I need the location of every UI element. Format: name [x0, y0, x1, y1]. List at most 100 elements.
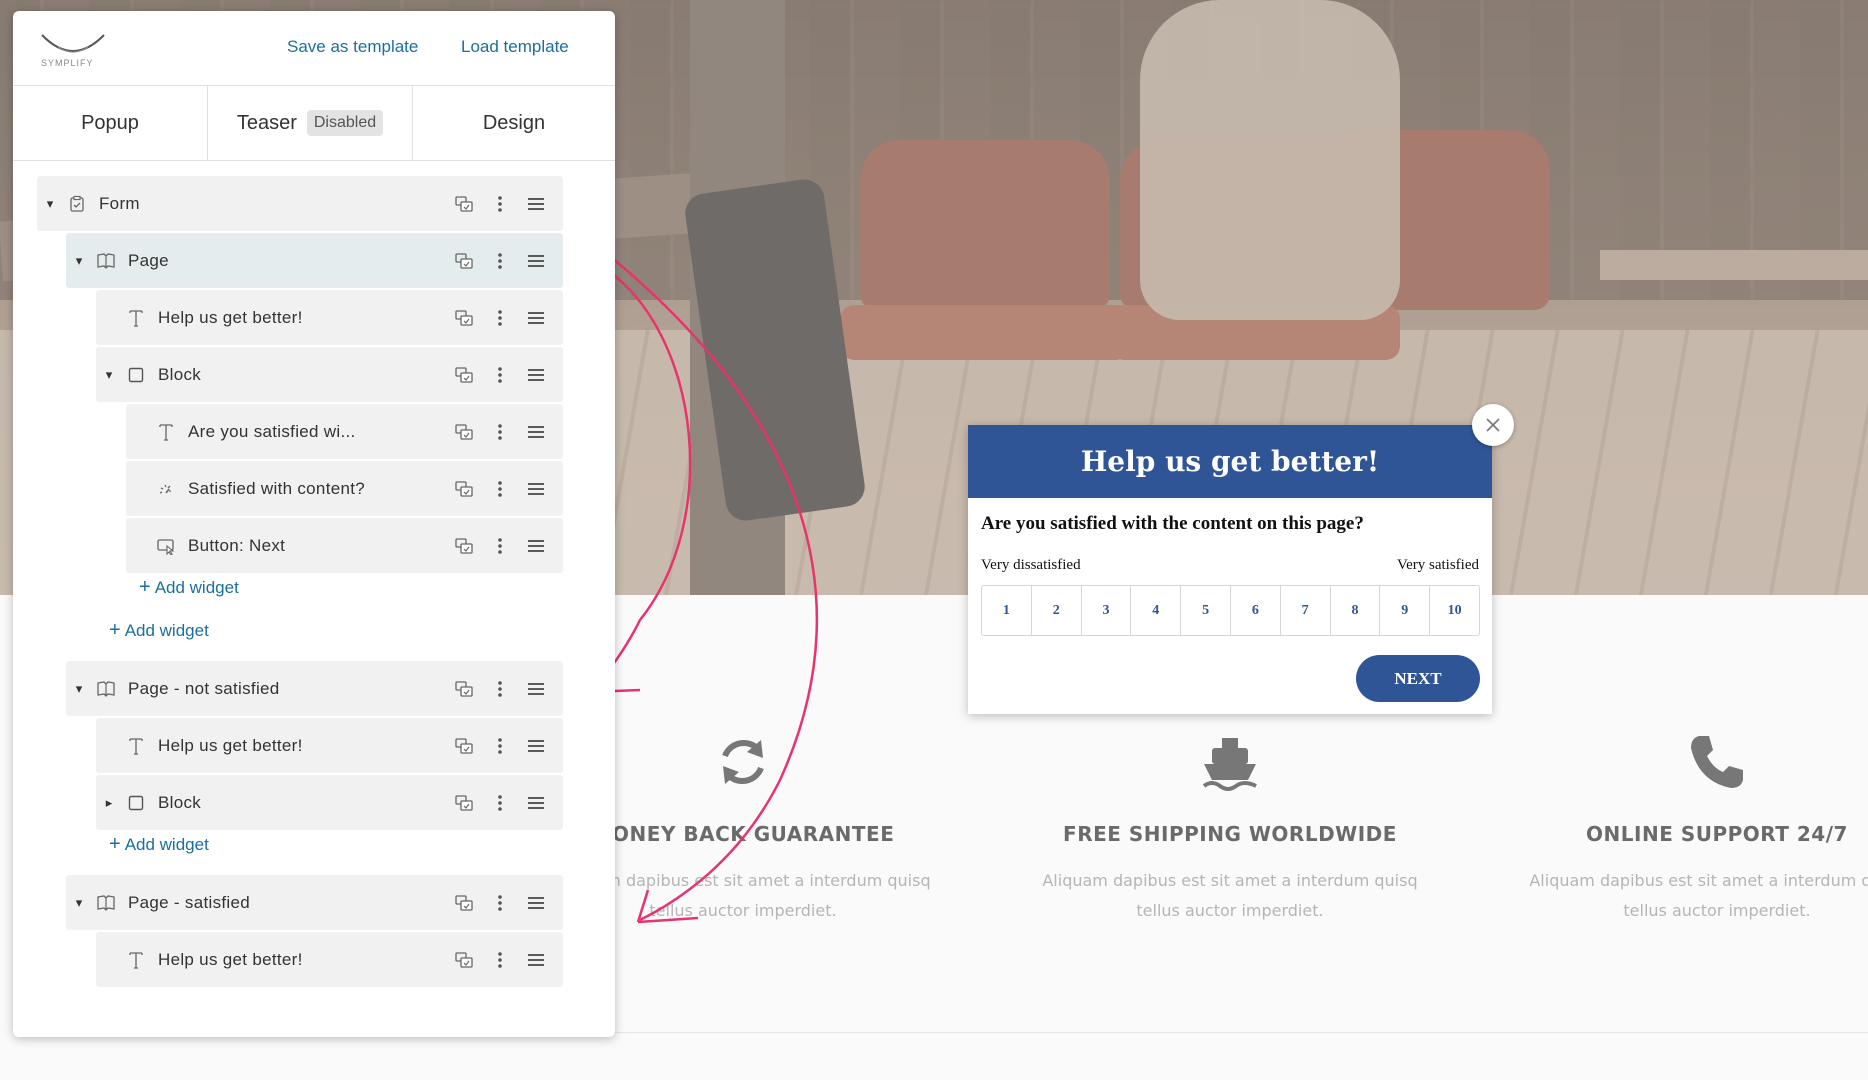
tree-row[interactable]: ▾ Page - satisfied [66, 875, 563, 930]
tab-teaser[interactable]: Teaser Disabled [208, 86, 413, 160]
scale-low-label: Very dissatisfied [981, 557, 1081, 573]
chevron-down-icon[interactable]: ▾ [66, 895, 92, 911]
drag-handle-icon[interactable] [525, 892, 547, 914]
more-vertical-icon[interactable] [489, 949, 511, 971]
more-vertical-icon[interactable] [489, 193, 511, 215]
tree-row[interactable]: ▾ Form [37, 176, 563, 231]
add-widget-label: Add widget [154, 578, 239, 597]
tree-row[interactable]: ▾ Page - not satisfied [66, 661, 563, 716]
visibility-icon[interactable] [453, 478, 475, 500]
tree-row[interactable]: Help us get better! [96, 290, 563, 345]
more-vertical-icon[interactable] [489, 307, 511, 329]
chevron-down-icon[interactable]: ▾ [66, 253, 92, 269]
rating-option[interactable]: 6 [1231, 586, 1281, 635]
drag-handle-icon[interactable] [525, 193, 547, 215]
drag-handle-icon[interactable] [525, 250, 547, 272]
refresh-icon [711, 730, 775, 794]
visibility-icon[interactable] [453, 421, 475, 443]
visibility-icon[interactable] [453, 364, 475, 386]
rating-option[interactable]: 9 [1380, 586, 1431, 635]
rating-option[interactable]: 1 [982, 586, 1032, 635]
chevron-down-icon[interactable]: ▾ [96, 367, 122, 383]
row-actions [453, 250, 563, 272]
rating-option[interactable]: 5 [1181, 586, 1231, 635]
tree-row[interactable]: ▸ Block [96, 775, 563, 830]
row-actions [453, 735, 563, 757]
next-button[interactable]: NEXT [1356, 655, 1480, 702]
drag-handle-icon[interactable] [525, 735, 547, 757]
add-widget-label: Add widget [124, 835, 209, 854]
visibility-icon[interactable] [453, 535, 475, 557]
more-vertical-icon[interactable] [489, 421, 511, 443]
feature-description: Aliquam dapibus est sit amet a interdum … [1042, 871, 1418, 920]
tree-row[interactable]: Button: Next [126, 518, 563, 573]
tree-row[interactable]: ▾ Block [96, 347, 563, 402]
row-actions [453, 892, 563, 914]
rating-option[interactable]: 4 [1131, 586, 1182, 635]
widget-tree: ▾ Form ▾ Page Help us get better! ▾ Block Are y… [13, 172, 615, 1032]
tree-row[interactable]: Satisfied with content? [126, 461, 563, 516]
chevron-down-icon[interactable]: ▾ [66, 681, 92, 697]
add-widget-page[interactable]: + Add widget [109, 619, 209, 642]
more-vertical-icon[interactable] [489, 250, 511, 272]
rating-option[interactable]: 8 [1331, 586, 1381, 635]
page-icon [92, 679, 120, 699]
popup-question: Are you satisfied with the content on th… [981, 513, 1364, 534]
text-icon [152, 422, 180, 442]
row-actions [453, 364, 563, 386]
text-icon [122, 950, 150, 970]
rating-option[interactable]: 2 [1032, 586, 1082, 635]
phone-icon [1685, 730, 1749, 794]
more-vertical-icon[interactable] [489, 792, 511, 814]
more-vertical-icon[interactable] [489, 678, 511, 700]
rating-option[interactable]: 10 [1430, 586, 1479, 635]
visibility-icon[interactable] [453, 678, 475, 700]
visibility-icon[interactable] [453, 307, 475, 329]
drag-handle-icon[interactable] [525, 364, 547, 386]
drag-handle-icon[interactable] [525, 307, 547, 329]
rating-option[interactable]: 3 [1082, 586, 1132, 635]
chevron-right-icon[interactable]: ▸ [96, 795, 122, 811]
divider [560, 1032, 1868, 1033]
visibility-icon[interactable] [453, 193, 475, 215]
save-as-template-link[interactable]: Save as template [287, 37, 418, 57]
drag-handle-icon[interactable] [525, 478, 547, 500]
visibility-icon[interactable] [453, 250, 475, 272]
drag-handle-icon[interactable] [525, 535, 547, 557]
drag-handle-icon[interactable] [525, 949, 547, 971]
tree-row[interactable]: Are you satisfied wi... [126, 404, 563, 459]
tree-row[interactable]: ▾ Page [66, 233, 563, 288]
text-icon [122, 736, 150, 756]
plus-icon: + [109, 619, 121, 641]
tab-popup[interactable]: Popup [13, 86, 208, 160]
add-widget-block[interactable]: + Add widget [139, 576, 239, 599]
tree-row[interactable]: Help us get better! [96, 718, 563, 773]
editor-tabs: Popup Teaser Disabled Design [13, 86, 615, 161]
visibility-icon[interactable] [453, 949, 475, 971]
more-vertical-icon[interactable] [489, 892, 511, 914]
row-actions [453, 478, 563, 500]
drag-handle-icon[interactable] [525, 678, 547, 700]
more-vertical-icon[interactable] [489, 735, 511, 757]
page-icon [92, 251, 120, 271]
load-template-link[interactable]: Load template [461, 37, 569, 57]
popup-close-button[interactable] [1472, 404, 1514, 446]
row-actions [453, 535, 563, 557]
drag-handle-icon[interactable] [525, 421, 547, 443]
add-widget-page-not-satisfied[interactable]: + Add widget [109, 833, 209, 856]
plus-icon: + [139, 576, 151, 598]
close-icon [1486, 418, 1500, 432]
form-icon [63, 194, 91, 214]
chevron-down-icon[interactable]: ▾ [37, 196, 63, 212]
more-vertical-icon[interactable] [489, 478, 511, 500]
feature-description: Aliquam dapibus est sit amet a interdum … [1529, 871, 1868, 920]
tab-design[interactable]: Design [413, 86, 615, 160]
rating-option[interactable]: 7 [1281, 586, 1331, 635]
more-vertical-icon[interactable] [489, 535, 511, 557]
tree-row[interactable]: Help us get better! [96, 932, 563, 987]
visibility-icon[interactable] [453, 735, 475, 757]
more-vertical-icon[interactable] [489, 364, 511, 386]
visibility-icon[interactable] [453, 892, 475, 914]
visibility-icon[interactable] [453, 792, 475, 814]
drag-handle-icon[interactable] [525, 792, 547, 814]
